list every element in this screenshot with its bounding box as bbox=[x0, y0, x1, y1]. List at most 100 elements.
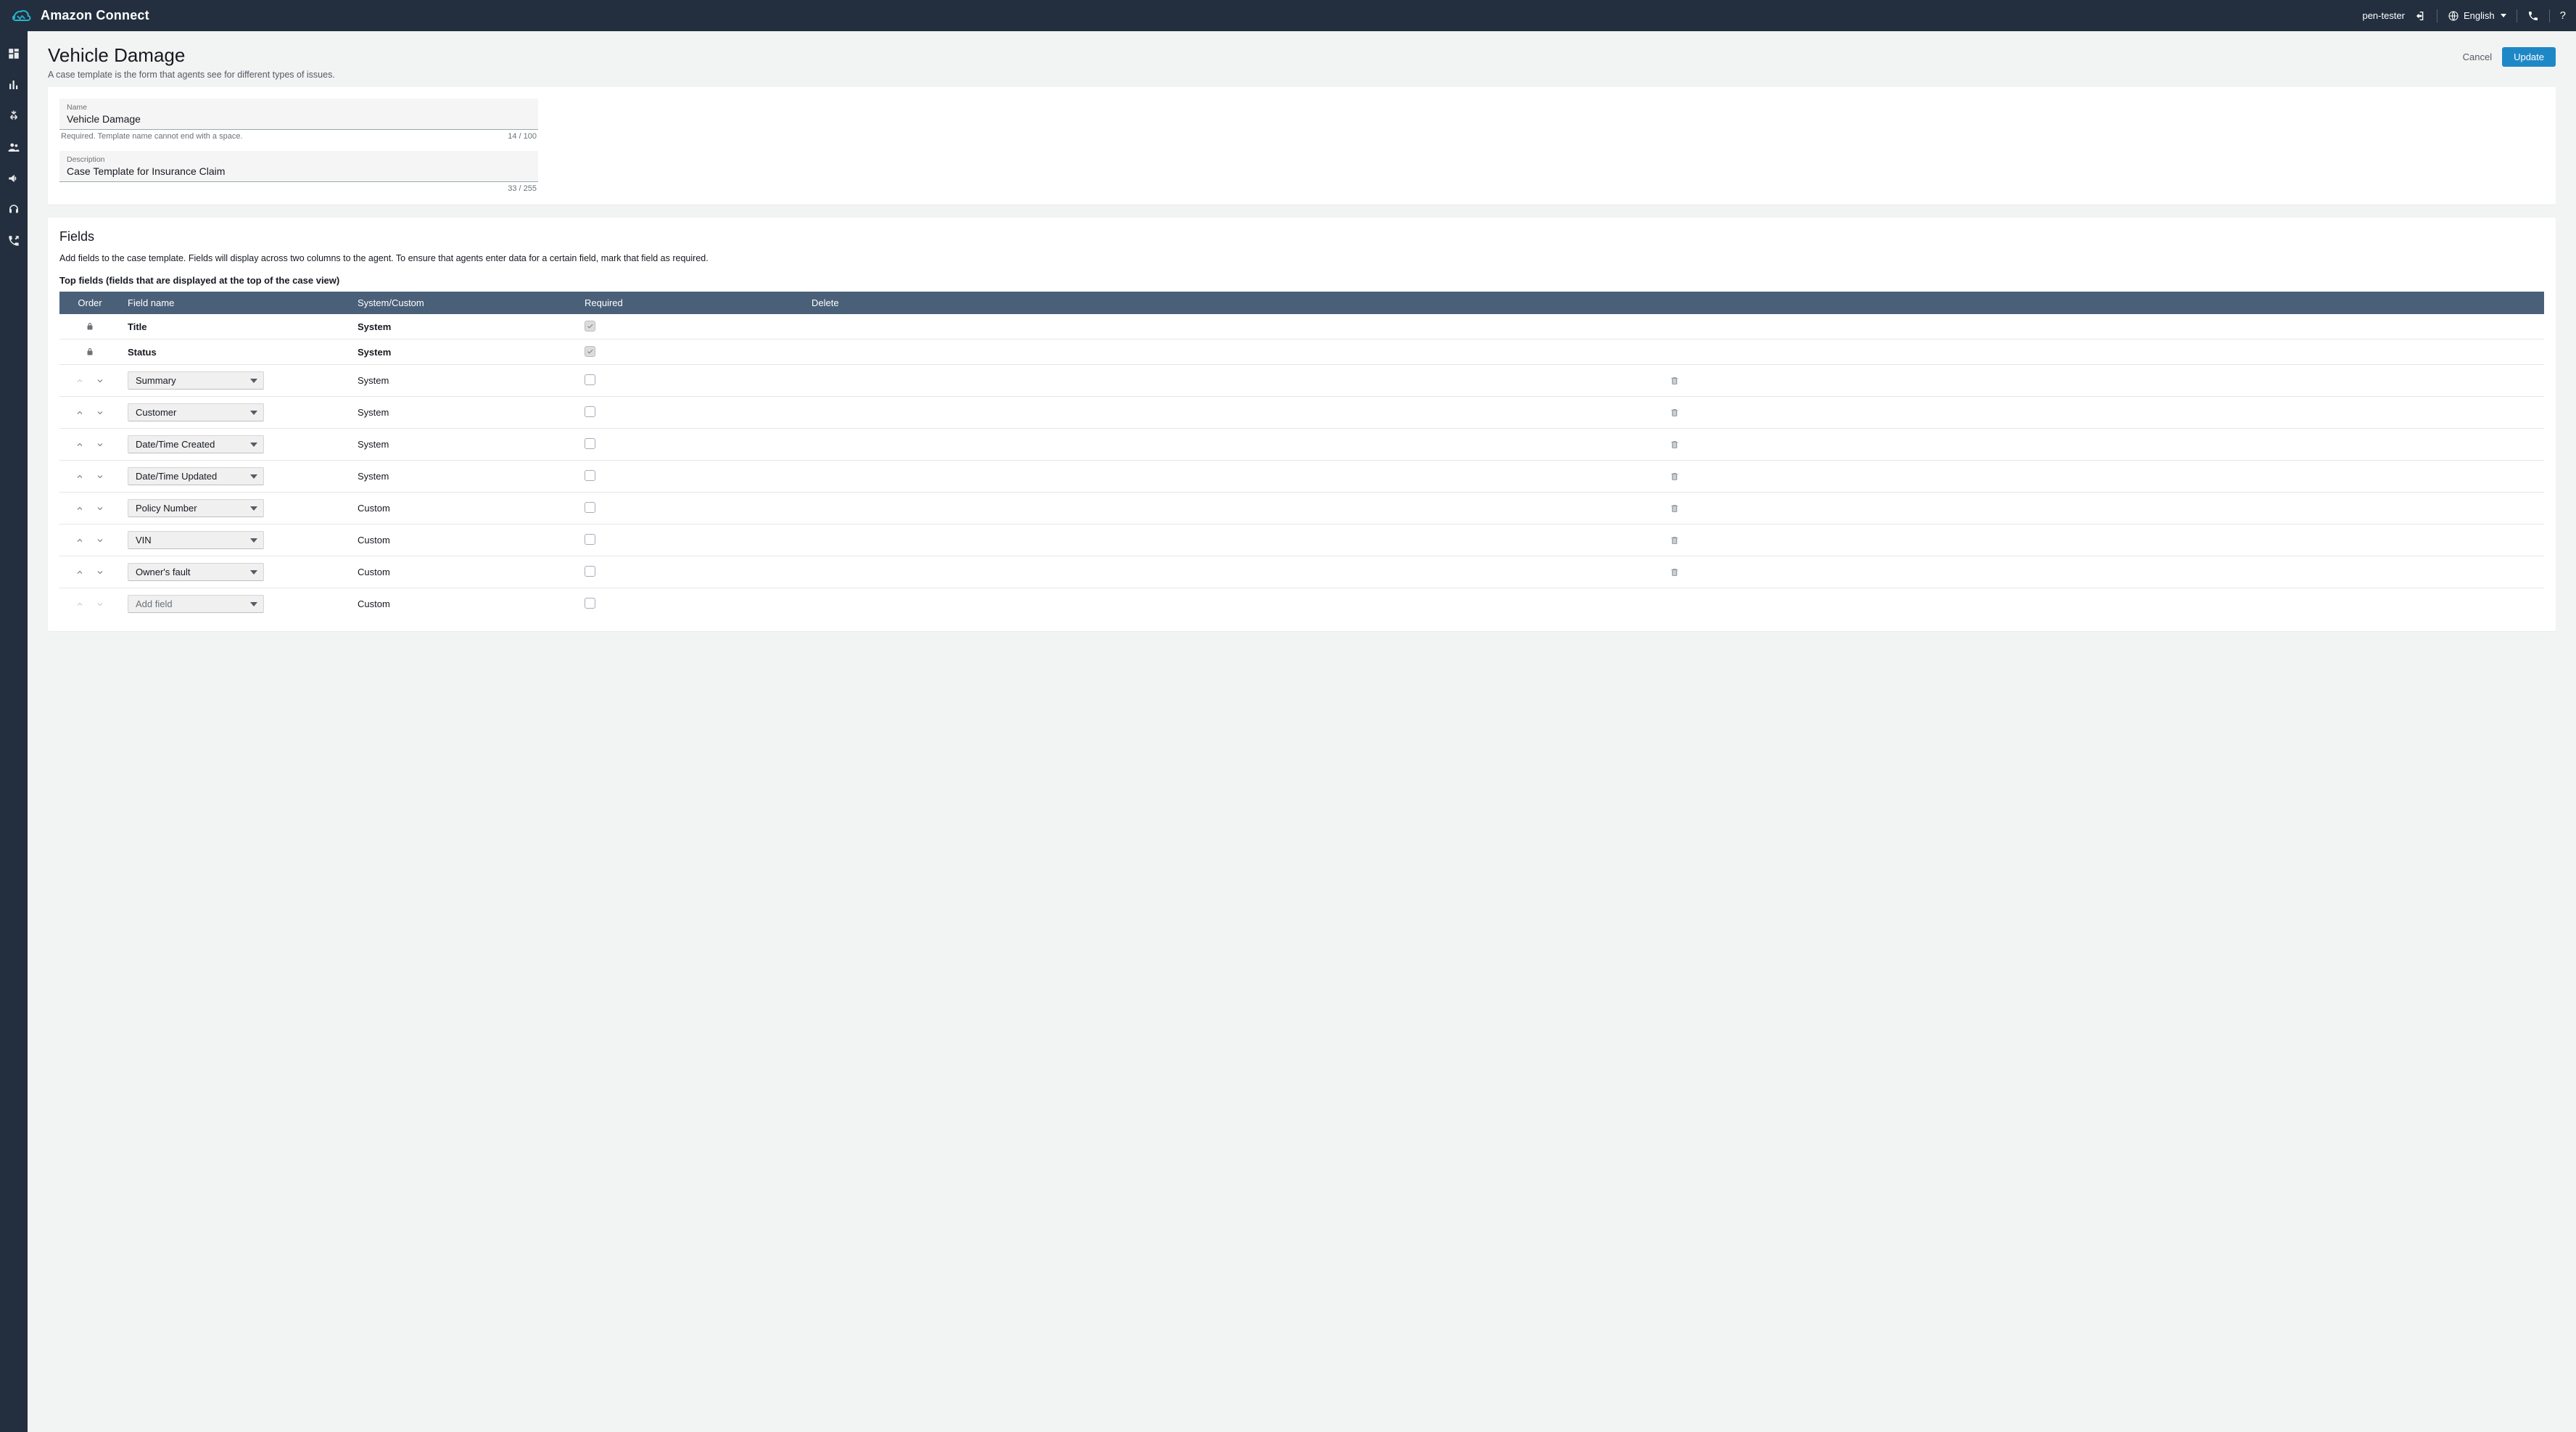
move-up-icon[interactable] bbox=[75, 408, 85, 418]
system-custom-value: System bbox=[358, 407, 389, 418]
page-subtitle: A case template is the form that agents … bbox=[48, 70, 335, 80]
name-label: Name bbox=[67, 103, 531, 112]
headset-icon[interactable] bbox=[7, 203, 20, 218]
chevron-down-icon bbox=[250, 379, 257, 383]
contact-icon[interactable] bbox=[7, 234, 20, 250]
brand-logo-icon bbox=[10, 7, 32, 25]
move-up-icon bbox=[75, 376, 85, 386]
chevron-down-icon bbox=[250, 474, 257, 479]
fields-description: Add fields to the case template. Fields … bbox=[59, 253, 2544, 263]
move-up-icon bbox=[75, 599, 85, 609]
field-name-dropdown[interactable]: Owner's fault bbox=[128, 563, 264, 581]
name-hint: Required. Template name cannot end with … bbox=[61, 132, 243, 141]
routing-icon[interactable] bbox=[7, 110, 20, 125]
update-button[interactable]: Update bbox=[2502, 47, 2556, 67]
move-down-icon[interactable] bbox=[95, 503, 105, 514]
field-name-dropdown[interactable]: VIN bbox=[128, 531, 264, 549]
delete-icon[interactable] bbox=[1670, 440, 1679, 450]
system-custom-value: System bbox=[358, 321, 391, 332]
details-card: Name Required. Template name cannot end … bbox=[48, 87, 2556, 205]
move-down-icon[interactable] bbox=[95, 376, 105, 386]
brand-name: Amazon Connect bbox=[41, 8, 149, 23]
help-icon[interactable]: ? bbox=[2560, 9, 2566, 22]
field-name-dropdown[interactable]: Date/Time Created bbox=[128, 435, 264, 453]
table-row: Date/Time Created System bbox=[59, 429, 2544, 461]
name-counter: 14 / 100 bbox=[508, 132, 537, 141]
move-down-icon[interactable] bbox=[95, 408, 105, 418]
required-checkbox[interactable] bbox=[585, 406, 595, 417]
delete-icon[interactable] bbox=[1670, 376, 1679, 386]
field-name-dropdown[interactable]: Customer bbox=[128, 403, 264, 421]
move-up-icon[interactable] bbox=[75, 503, 85, 514]
main: Vehicle Damage A case template is the fo… bbox=[28, 31, 2576, 1432]
description-counter: 33 / 255 bbox=[508, 184, 537, 193]
required-checkbox[interactable] bbox=[585, 438, 595, 449]
language-menu[interactable]: English bbox=[2448, 10, 2506, 22]
field-name-dropdown[interactable]: Add field bbox=[128, 595, 264, 613]
move-up-icon[interactable] bbox=[75, 567, 85, 577]
fields-heading: Fields bbox=[59, 229, 2544, 244]
table-row: Title System bbox=[59, 314, 2544, 340]
required-checkbox[interactable] bbox=[585, 470, 595, 481]
delete-icon[interactable] bbox=[1670, 567, 1679, 577]
required-checkbox[interactable] bbox=[585, 374, 595, 385]
col-order: Order bbox=[59, 292, 120, 314]
lock-icon bbox=[67, 321, 113, 332]
move-up-icon[interactable] bbox=[75, 472, 85, 482]
delete-icon[interactable] bbox=[1670, 472, 1679, 482]
required-checkbox[interactable] bbox=[585, 534, 595, 545]
delete-icon[interactable] bbox=[1670, 408, 1679, 418]
col-system-custom: System/Custom bbox=[350, 292, 577, 314]
campaign-icon[interactable] bbox=[7, 172, 20, 187]
metrics-icon[interactable] bbox=[7, 78, 20, 94]
required-checkbox[interactable] bbox=[585, 566, 595, 577]
system-custom-value: Custom bbox=[358, 503, 390, 514]
logout-icon[interactable] bbox=[2415, 10, 2427, 22]
move-up-icon[interactable] bbox=[75, 535, 85, 546]
field-name-dropdown[interactable]: Summary bbox=[128, 371, 264, 390]
table-row: Customer System bbox=[59, 397, 2544, 429]
delete-icon[interactable] bbox=[1670, 535, 1679, 546]
page-title: Vehicle Damage bbox=[48, 44, 335, 67]
chevron-down-icon bbox=[250, 411, 257, 415]
table-row: Policy Number Custom bbox=[59, 493, 2544, 524]
move-down-icon[interactable] bbox=[95, 567, 105, 577]
move-down-icon[interactable] bbox=[95, 535, 105, 546]
phone-icon[interactable] bbox=[2527, 10, 2539, 22]
delete-icon[interactable] bbox=[1670, 503, 1679, 514]
user-name: pen-tester bbox=[2362, 10, 2405, 21]
system-custom-value: System bbox=[358, 471, 389, 482]
field-name-dropdown[interactable]: Date/Time Updated bbox=[128, 467, 264, 485]
description-input[interactable] bbox=[67, 164, 531, 178]
field-name-dropdown[interactable]: Policy Number bbox=[128, 499, 264, 517]
user-menu[interactable]: pen-tester bbox=[2362, 10, 2405, 21]
name-field[interactable]: Name bbox=[59, 99, 538, 130]
move-down-icon[interactable] bbox=[95, 472, 105, 482]
chevron-down-icon bbox=[250, 570, 257, 575]
description-field[interactable]: Description bbox=[59, 151, 538, 182]
system-custom-value: System bbox=[358, 439, 389, 450]
name-input[interactable] bbox=[67, 112, 531, 126]
chevron-down-icon bbox=[250, 443, 257, 447]
page-header: Vehicle Damage A case template is the fo… bbox=[28, 31, 2576, 87]
col-required: Required bbox=[577, 292, 804, 314]
required-checkbox[interactable] bbox=[585, 502, 595, 513]
table-row: Date/Time Updated System bbox=[59, 461, 2544, 493]
dashboard-icon[interactable] bbox=[7, 47, 20, 62]
users-icon[interactable] bbox=[7, 141, 20, 156]
col-delete: Delete bbox=[804, 292, 2544, 314]
topbar-right: pen-tester English ? bbox=[2362, 9, 2566, 22]
topbar: Amazon Connect pen-tester English ? bbox=[0, 0, 2576, 31]
move-down-icon[interactable] bbox=[95, 440, 105, 450]
description-label: Description bbox=[67, 155, 531, 164]
topbar-left: Amazon Connect bbox=[10, 7, 149, 25]
table-row: Summary System bbox=[59, 365, 2544, 397]
chevron-down-icon bbox=[250, 538, 257, 543]
cancel-button[interactable]: Cancel bbox=[2463, 52, 2492, 62]
field-name: Status bbox=[128, 347, 157, 358]
required-checkbox[interactable] bbox=[585, 598, 595, 609]
top-fields-table: Order Field name System/Custom Required … bbox=[59, 292, 2544, 620]
chevron-down-icon bbox=[250, 602, 257, 606]
move-up-icon[interactable] bbox=[75, 440, 85, 450]
system-custom-value: System bbox=[358, 347, 391, 358]
